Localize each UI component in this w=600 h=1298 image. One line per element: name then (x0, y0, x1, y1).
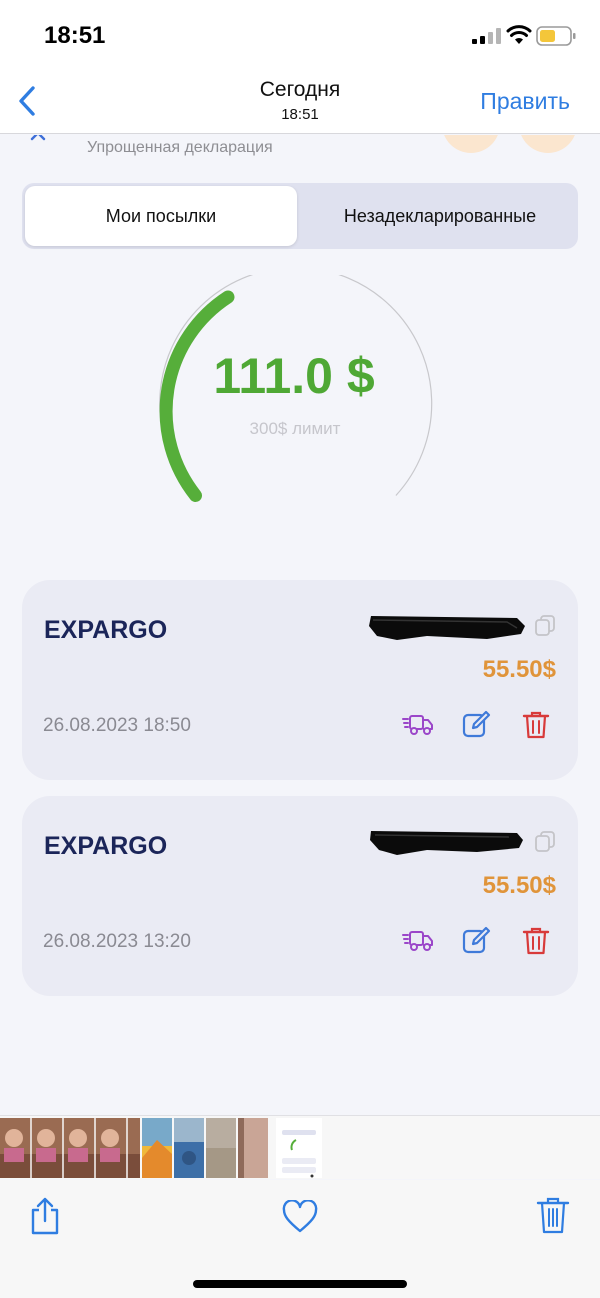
parcel-price: 55.50$ (482, 872, 556, 899)
battery-icon (536, 26, 576, 46)
trash-icon[interactable] (520, 924, 552, 956)
action-circle-button[interactable] (442, 135, 500, 153)
photo-thumbnail[interactable] (174, 1118, 204, 1178)
heart-icon[interactable] (282, 1200, 318, 1234)
copy-icon[interactable] (534, 830, 556, 852)
trash-icon[interactable] (520, 708, 552, 740)
photo-thumbnail-strip[interactable] (0, 1115, 600, 1179)
chevron-up-icon[interactable] (30, 135, 46, 141)
photo-thumbnail[interactable] (238, 1118, 268, 1178)
parcel-card[interactable]: EXPARGO 55.50$ 26.08.2023 13:20 (22, 796, 578, 996)
cellular-signal-icon (472, 28, 501, 44)
gauge-value: 111.0 $ (213, 348, 375, 404)
status-bar: 18:51 (0, 0, 600, 70)
photo-thumbnail[interactable] (142, 1118, 172, 1178)
redacted-tracking-number (370, 831, 523, 855)
parcel-date: 26.08.2023 18:50 (43, 715, 191, 736)
app-content: Упрощенная декларация Мои посылки Незаде… (0, 135, 600, 1115)
parcel-card[interactable]: EXPARGO 55.50$ 26.08.2023 18:50 (22, 580, 578, 780)
bottom-toolbar (0, 1180, 600, 1298)
delete-photo-icon[interactable] (536, 1196, 570, 1234)
gauge-limit: 300$ лимит (249, 419, 341, 438)
redacted-tracking-number (369, 616, 525, 640)
info-circle-button[interactable] (519, 135, 577, 153)
current-photo-thumbnail[interactable] (276, 1118, 322, 1178)
delivery-truck-icon[interactable] (402, 924, 434, 956)
edit-icon[interactable] (460, 924, 492, 956)
photo-thumbnail[interactable] (206, 1118, 236, 1178)
wifi-icon (506, 25, 532, 44)
share-icon[interactable] (28, 1196, 62, 1236)
tab-my-parcels[interactable]: Мои посылки (25, 186, 297, 246)
viewer-header: Сегодня 18:51 Править (0, 70, 600, 134)
delivery-truck-icon[interactable] (402, 708, 434, 740)
photo-thumbnail[interactable] (0, 1118, 140, 1178)
status-time: 18:51 (44, 22, 106, 49)
parcel-carrier: EXPARGO (44, 832, 168, 860)
parcel-price: 55.50$ (482, 656, 556, 683)
parcel-carrier: EXPARGO (44, 616, 168, 644)
declaration-type-label: Упрощенная декларация (87, 139, 273, 156)
edit-icon[interactable] (460, 708, 492, 740)
parcel-tabs: Мои посылки Незадекларированные (22, 183, 578, 249)
copy-icon[interactable] (534, 614, 556, 636)
edit-button[interactable]: Править (480, 88, 570, 115)
parcel-date: 26.08.2023 13:20 (43, 931, 191, 952)
tab-undeclared[interactable]: Незадекларированные (304, 186, 576, 246)
home-indicator (193, 1280, 407, 1288)
